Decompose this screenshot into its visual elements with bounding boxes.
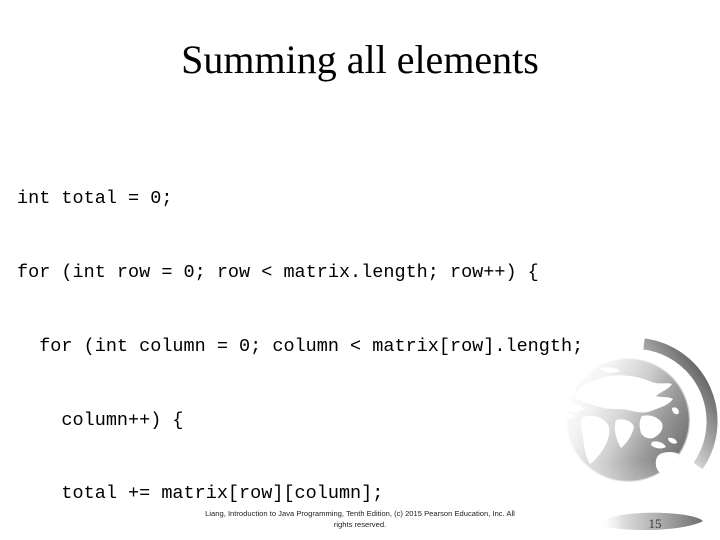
footer-copyright: Liang, Introduction to Java Programming,…: [110, 508, 610, 530]
code-line: for (int row = 0; row < matrix.length; r…: [17, 261, 539, 283]
footer-line-1: Liang, Introduction to Java Programming,…: [205, 509, 515, 518]
page-title: Summing all elements: [181, 37, 539, 82]
page-number: 15: [648, 516, 662, 531]
slide-canvas: Summing all elements int total = 0; for …: [0, 0, 720, 540]
footer-line-2: rights reserved.: [333, 520, 387, 529]
code-line: total += matrix[row][column];: [17, 483, 384, 505]
code-line: for (int column = 0; column < matrix[row…: [17, 335, 584, 357]
code-line: int total = 0;: [17, 188, 173, 210]
code-line: column++) {: [17, 409, 184, 431]
code-block: int total = 0; for (int row = 0; row < m…: [17, 138, 707, 540]
